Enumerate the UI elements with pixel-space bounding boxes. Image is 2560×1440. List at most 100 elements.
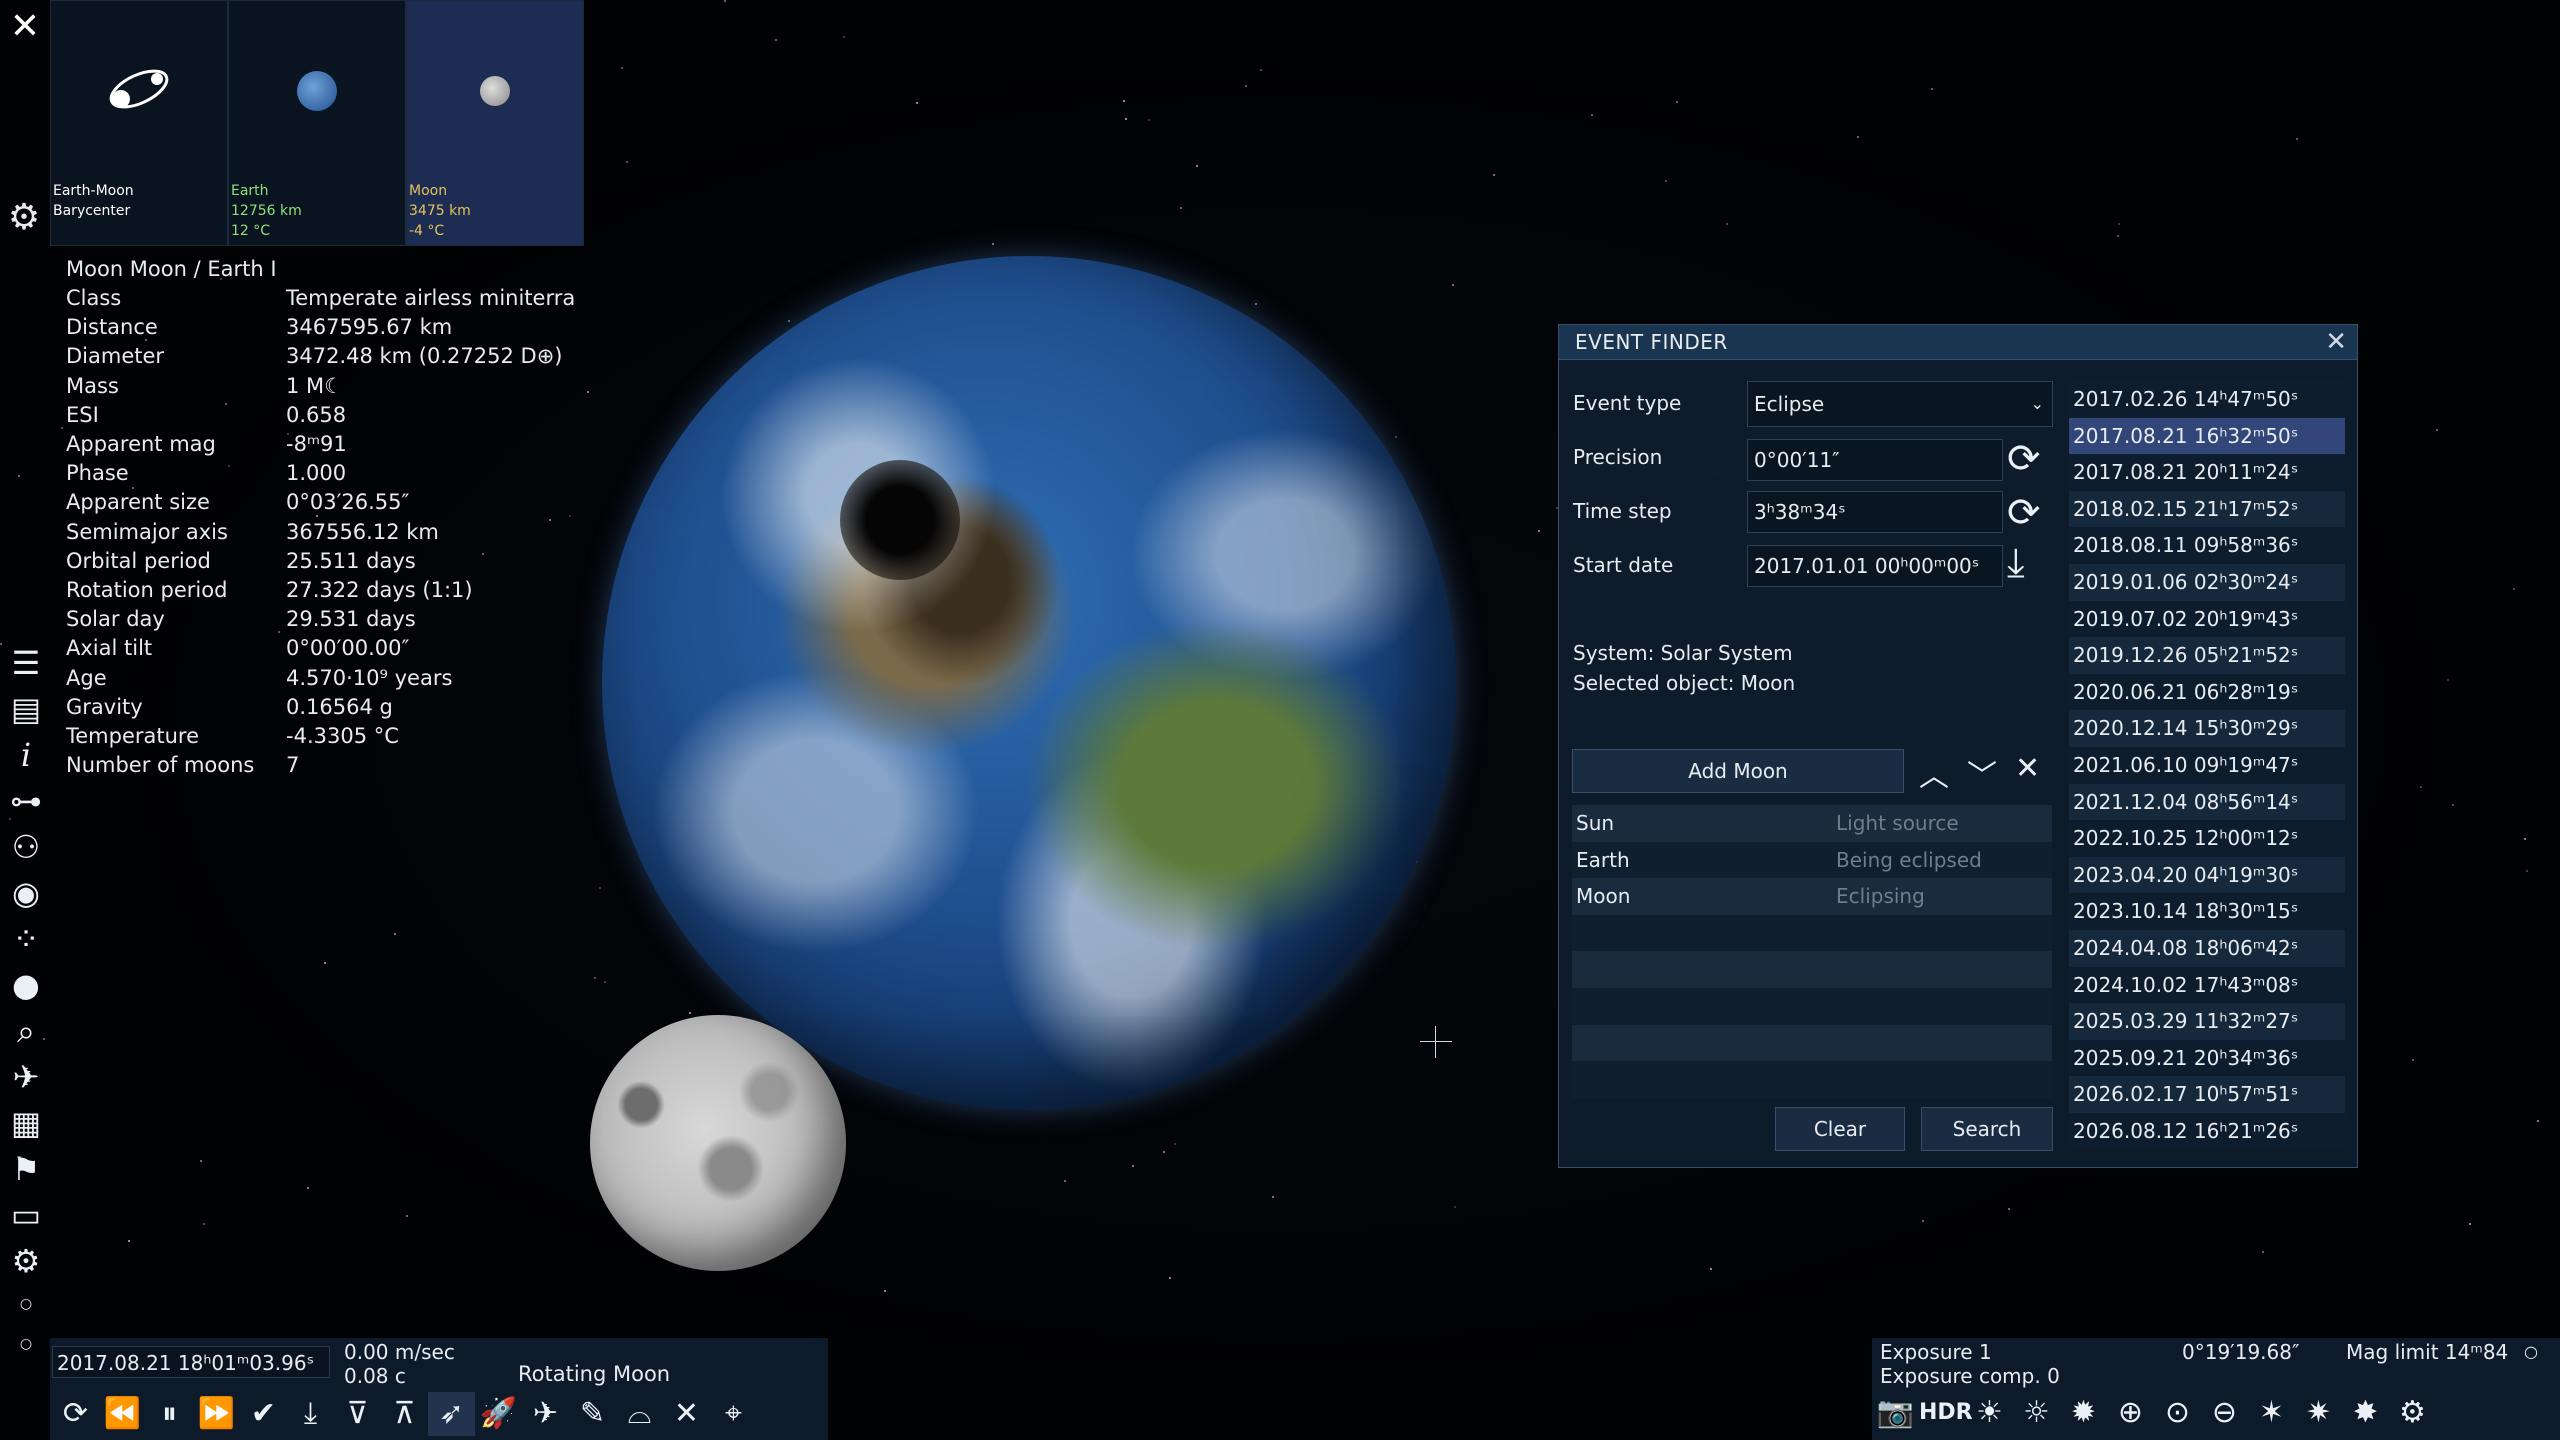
hdr-toggle[interactable]: HDR	[1919, 1390, 1973, 1436]
clear-button[interactable]: Clear	[1775, 1107, 1905, 1151]
camera-icon[interactable]: 📷	[1872, 1390, 1919, 1436]
add-object-button[interactable]: Add Moon	[1572, 749, 1904, 793]
search-icon[interactable]: ⌕	[0, 1008, 52, 1054]
precision-field[interactable]: 0°00′11″	[1747, 439, 2003, 481]
search-button[interactable]: Search	[1921, 1107, 2053, 1151]
result-item[interactable]: 2020.12.14 15ʰ30ᵐ29ˢ	[2069, 710, 2345, 747]
brightness-up-icon[interactable]: ✹	[2060, 1390, 2107, 1436]
rocket-icon[interactable]: 🚀	[475, 1392, 522, 1436]
table-row[interactable]	[1572, 987, 2052, 1025]
info-icon[interactable]: i	[0, 732, 52, 778]
ship-icon[interactable]: ✈	[0, 1054, 52, 1100]
land-icon[interactable]: ⤓	[287, 1392, 334, 1436]
start-date-field[interactable]: 2017.01.01 00ʰ00ᵐ00ˢ	[1747, 545, 2003, 587]
table-icon[interactable]: ▦	[0, 1100, 52, 1146]
result-item[interactable]: 2025.03.29 11ʰ32ᵐ27ˢ	[2069, 1003, 2345, 1040]
event-type-select[interactable]: Eclipse ⌄	[1747, 381, 2053, 427]
move-down-icon[interactable]: ﹀	[1967, 751, 1997, 795]
pause-icon[interactable]: ⏸	[146, 1392, 193, 1436]
close-icon[interactable]: ✕	[2325, 327, 2347, 357]
cursor-icon[interactable]: ➶	[428, 1392, 475, 1436]
zoom-in-icon[interactable]: ⊕	[2107, 1390, 2154, 1436]
result-item[interactable]: 2019.01.06 02ʰ30ᵐ24ˢ	[2069, 563, 2345, 601]
result-item[interactable]: 2023.10.14 18ʰ30ᵐ15ˢ	[2069, 893, 2345, 930]
zoom-reset-icon[interactable]: ⊙	[2154, 1390, 2201, 1436]
brightness-reset-icon[interactable]: ☼	[2013, 1390, 2060, 1436]
object-cell: Sun	[1576, 811, 1615, 835]
dot-icon[interactable]: ○	[2524, 1342, 2538, 1361]
result-item[interactable]: 2018.02.15 21ʰ17ᵐ52ˢ	[2069, 490, 2345, 528]
star-up-icon[interactable]: ✸	[2342, 1390, 2389, 1436]
tile-moon[interactable]: Moon 3475 km -4 °C	[406, 0, 584, 246]
star-reset-icon[interactable]: ✷	[2295, 1390, 2342, 1436]
table-row[interactable]	[1572, 1061, 2052, 1098]
result-item[interactable]: 2026.02.17 10ʰ57ᵐ51ˢ	[2069, 1076, 2345, 1113]
up-circle-icon[interactable]: ⊼	[381, 1392, 428, 1436]
pen-icon[interactable]: ✎	[569, 1392, 616, 1436]
target-icon[interactable]: ⌖	[710, 1392, 757, 1436]
result-item[interactable]: 2017.02.26 14ʰ47ᵐ50ˢ	[2069, 381, 2345, 418]
planet-icon[interactable]: ●	[0, 962, 52, 1008]
date-field[interactable]: 2017.08.21 18ʰ01ᵐ03.96ˢ	[52, 1346, 330, 1378]
refresh-icon[interactable]: ⟳	[52, 1392, 99, 1436]
star-down-icon[interactable]: ✶	[2248, 1390, 2295, 1436]
precision-label: Precision	[1573, 445, 1663, 469]
result-item[interactable]: 2021.12.04 08ʰ56ᵐ14ˢ	[2069, 783, 2345, 821]
result-item[interactable]: 2018.08.11 09ʰ58ᵐ36ˢ	[2069, 527, 2345, 564]
settings-icon[interactable]: ⚙	[0, 1238, 52, 1284]
dot-icon[interactable]: ○	[0, 1324, 52, 1364]
result-item[interactable]: 2023.04.20 04ʰ19ᵐ30ˢ	[2069, 856, 2345, 894]
rewind-icon[interactable]: ⏪	[99, 1392, 146, 1436]
zoom-out-icon[interactable]: ⊖	[2201, 1390, 2248, 1436]
flag-icon[interactable]: ⚑	[0, 1146, 52, 1192]
table-row[interactable]: Sun Light source	[1572, 805, 2052, 842]
result-item[interactable]: 2019.12.26 05ʰ21ᵐ52ˢ	[2069, 637, 2345, 674]
result-item[interactable]: 2026.08.12 16ʰ21ᵐ26ˢ	[2069, 1112, 2345, 1150]
forward-icon[interactable]: ⏩	[193, 1392, 240, 1436]
cross-icon[interactable]: ✕	[663, 1392, 710, 1436]
table-row[interactable]	[1572, 1024, 2052, 1062]
table-row[interactable]: Earth Being eclipsed	[1572, 841, 2052, 879]
table-row[interactable]: Moon Eclipsing	[1572, 878, 2052, 915]
ramp-icon[interactable]: ⌓	[616, 1392, 663, 1436]
result-item[interactable]: 2025.09.21 20ʰ34ᵐ36ˢ	[2069, 1039, 2345, 1077]
check-icon[interactable]: ✔	[240, 1392, 287, 1436]
star-dot	[2536, 1119, 2539, 1122]
table-row[interactable]	[1572, 914, 2052, 952]
result-item[interactable]: 2017.08.21 20ʰ11ᵐ24ˢ	[2069, 454, 2345, 491]
monitor-icon[interactable]: ▭	[0, 1192, 52, 1238]
info-value: 0°00′00.00″	[286, 636, 410, 661]
settings-icon[interactable]: ⚙	[2389, 1390, 2436, 1436]
time-step-field[interactable]: 3ʰ38ᵐ34ˢ	[1747, 491, 2003, 533]
result-item[interactable]: 2017.08.21 16ʰ32ᵐ50ˢ	[2069, 417, 2345, 455]
info-value: -8ᵐ91	[286, 432, 347, 457]
earth-globe[interactable]	[602, 256, 1456, 1110]
reset-time-step-icon[interactable]: ⟳	[2007, 493, 2041, 533]
table-row[interactable]	[1572, 951, 2052, 988]
menu-icon[interactable]: ☰	[0, 640, 52, 686]
result-item[interactable]: 2019.07.02 20ʰ19ᵐ43ˢ	[2069, 600, 2345, 638]
result-item[interactable]: 2022.10.25 12ʰ00ᵐ12ˢ	[2069, 820, 2345, 857]
reset-precision-icon[interactable]: ⟳	[2007, 439, 2041, 479]
tile-earth[interactable]: Earth 12756 km 12 °C	[228, 0, 406, 246]
moon-globe[interactable]	[590, 1015, 846, 1271]
set-date-icon[interactable]: ⤓	[2007, 543, 2025, 583]
result-item[interactable]: 2024.04.08 18ʰ06ᵐ42ˢ	[2069, 929, 2345, 967]
list-icon[interactable]: ▤	[0, 686, 52, 732]
result-item[interactable]: 2020.06.21 06ʰ28ᵐ19ˢ	[2069, 673, 2345, 711]
move-up-icon[interactable]: ︿	[1919, 751, 1949, 795]
remove-icon[interactable]: ✕	[2015, 751, 2040, 786]
dot-icon[interactable]: ○	[0, 1284, 52, 1324]
down-circle-icon[interactable]: ⊽	[334, 1392, 381, 1436]
orbit-icon[interactable]: ⊶	[0, 778, 52, 824]
people-icon[interactable]: ⚇	[0, 824, 52, 870]
galaxy-icon[interactable]: ◉	[0, 870, 52, 916]
stars-icon[interactable]: ⁘	[0, 916, 52, 962]
tile-barycenter[interactable]: Earth-Moon Barycenter	[50, 0, 228, 246]
brightness-down-icon[interactable]: ☀	[1966, 1390, 2013, 1436]
close-icon[interactable]: ✕	[6, 8, 44, 46]
result-item[interactable]: 2024.10.02 17ʰ43ᵐ08ˢ	[2069, 966, 2345, 1004]
result-item[interactable]: 2021.06.10 09ʰ19ᵐ47ˢ	[2069, 746, 2345, 784]
gear-icon[interactable]: ⚙	[4, 198, 44, 238]
plane-icon[interactable]: ✈	[522, 1392, 569, 1436]
